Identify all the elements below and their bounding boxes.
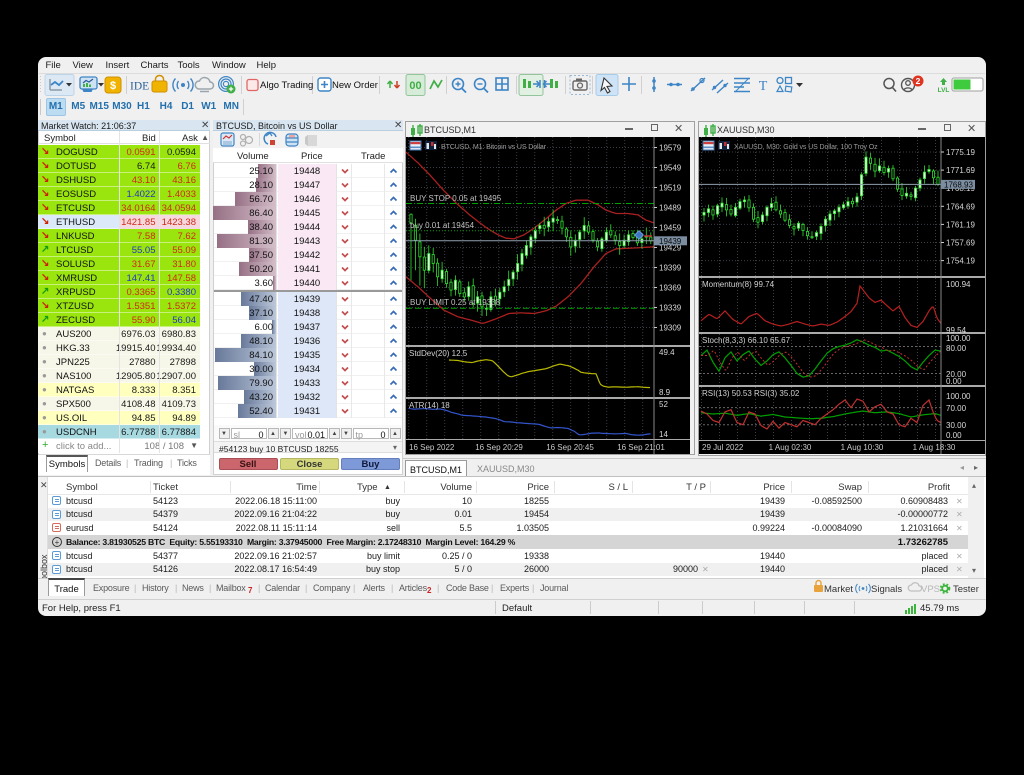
svg-text:16 Sep 21:01: 16 Sep 21:01 <box>617 443 665 452</box>
svg-text:1761.19: 1761.19 <box>946 220 975 229</box>
svg-text:70.00: 70.00 <box>946 404 967 413</box>
svg-text:100.94: 100.94 <box>946 280 971 289</box>
svg-text:30.00: 30.00 <box>946 421 967 430</box>
svg-text:19369: 19369 <box>659 284 682 293</box>
svg-text:$: $ <box>110 80 116 92</box>
svg-text:XAUUSD, M30: Gold vs US Dolla: XAUUSD, M30: Gold vs US Dollar, 100 Troy… <box>734 144 878 151</box>
svg-text:16 Sep 20:29: 16 Sep 20:29 <box>475 443 523 452</box>
svg-text:buy 0.01 at 19454: buy 0.01 at 19454 <box>410 221 475 230</box>
svg-text:BUY STOP 0.05 at 19495: BUY STOP 0.05 at 19495 <box>410 194 502 203</box>
svg-text:0.00: 0.00 <box>946 377 962 386</box>
svg-text:52: 52 <box>659 400 668 409</box>
svg-text:19309: 19309 <box>659 324 682 333</box>
svg-text:19489: 19489 <box>659 204 682 213</box>
svg-text:19399: 19399 <box>659 264 682 273</box>
svg-text:19339: 19339 <box>659 304 682 313</box>
svg-text:14: 14 <box>659 430 668 439</box>
svg-text:1764.69: 1764.69 <box>946 202 975 211</box>
svg-text:ATR(14) 18: ATR(14) 18 <box>409 401 450 410</box>
svg-text:00: 00 <box>409 80 421 92</box>
svg-text:StdDev(20) 12.5: StdDev(20) 12.5 <box>409 349 468 358</box>
svg-text:1768.93: 1768.93 <box>944 180 973 189</box>
svg-text:T: T <box>759 79 768 94</box>
svg-text:100.00: 100.00 <box>946 392 971 401</box>
svg-text:Stoch(8,3,3) 66.10 65.67: Stoch(8,3,3) 66.10 65.67 <box>702 336 791 345</box>
svg-text:Momentum(8) 99.74: Momentum(8) 99.74 <box>702 280 775 289</box>
svg-text:1775.19: 1775.19 <box>946 148 975 157</box>
svg-text:BTCUSD, M1: Bitcoin vs US Dol: BTCUSD, M1: Bitcoin vs US Dollar <box>441 144 547 151</box>
svg-text:19519: 19519 <box>659 184 682 193</box>
svg-text:1 Aug 10:30: 1 Aug 10:30 <box>841 443 884 452</box>
svg-text:19549: 19549 <box>659 164 682 173</box>
svg-text:29 Jul 2022: 29 Jul 2022 <box>702 443 744 452</box>
svg-text:100.00: 100.00 <box>946 334 971 343</box>
svg-text:IDE: IDE <box>130 81 149 93</box>
svg-text:0.00: 0.00 <box>946 431 962 440</box>
svg-text:8.9: 8.9 <box>659 388 671 397</box>
svg-text:1 Aug 02:30: 1 Aug 02:30 <box>769 443 812 452</box>
svg-text:1 Aug 18:30: 1 Aug 18:30 <box>913 443 956 452</box>
svg-text:49.4: 49.4 <box>659 348 675 357</box>
svg-text:LVL: LVL <box>938 87 950 94</box>
svg-text:RSI(13) 50.53 RSI(3) 35.02: RSI(13) 50.53 RSI(3) 35.02 <box>702 389 800 398</box>
svg-text:16 Sep 2022: 16 Sep 2022 <box>409 443 455 452</box>
svg-text:19459: 19459 <box>659 224 682 233</box>
svg-text:19579: 19579 <box>659 144 682 153</box>
svg-text:2: 2 <box>916 76 921 86</box>
svg-text:1771.69: 1771.69 <box>946 166 975 175</box>
svg-text:16 Sep 20:45: 16 Sep 20:45 <box>546 443 594 452</box>
svg-text:80.00: 80.00 <box>946 344 967 353</box>
svg-text:1757.69: 1757.69 <box>946 239 975 248</box>
svg-text:1754.19: 1754.19 <box>946 257 975 266</box>
svg-text:19439: 19439 <box>659 237 682 246</box>
svg-text:BUY LIMIT 0.25 at 19338: BUY LIMIT 0.25 at 19338 <box>410 298 501 307</box>
